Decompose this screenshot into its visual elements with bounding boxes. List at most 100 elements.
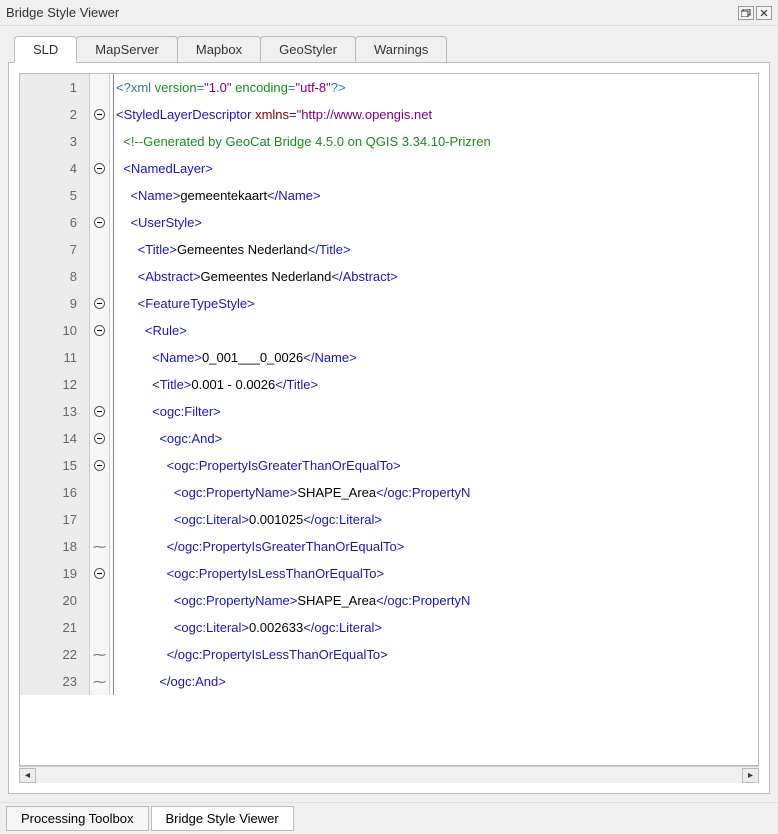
fold-collapse-icon[interactable] [94,163,105,174]
code-content[interactable]: <ogc:PropertyIsGreaterThanOrEqualTo> [114,452,758,479]
code-line[interactable]: 10 <Rule> [20,317,758,344]
fold-collapse-icon[interactable] [94,568,105,579]
code-content[interactable]: <Title>Gemeentes Nederland</Title> [114,236,758,263]
code-content[interactable]: <Rule> [114,317,758,344]
code-token: <StyledLayerDescriptor [116,107,255,122]
code-content[interactable]: <NamedLayer> [114,155,758,182]
code-content[interactable]: <ogc:PropertyName>SHAPE_Area</ogc:Proper… [114,479,758,506]
code-line[interactable]: 20 <ogc:PropertyName>SHAPE_Area</ogc:Pro… [20,587,758,614]
code-line[interactable]: 17 <ogc:Literal>0.001025</ogc:Literal> [20,506,758,533]
code-token: <?xml [116,80,155,95]
code-content[interactable]: </ogc:And> [114,668,758,695]
code-content[interactable]: </ogc:PropertyIsLessThanOrEqualTo> [114,641,758,668]
fold-collapse-icon[interactable] [94,217,105,228]
line-number: 22 [20,641,90,668]
code-content[interactable]: <FeatureTypeStyle> [114,290,758,317]
code-content[interactable]: <ogc:PropertyIsLessThanOrEqualTo> [114,560,758,587]
bottom-tab-bridge-style-viewer[interactable]: Bridge Style Viewer [151,806,294,831]
code-line[interactable]: 7 <Title>Gemeentes Nederland</Title> [20,236,758,263]
fold-collapse-icon[interactable] [94,325,105,336]
code-line[interactable]: 9 <FeatureTypeStyle> [20,290,758,317]
code-token: <ogc:PropertyIsGreaterThanOrEqualTo> [167,458,401,473]
tab-sld[interactable]: SLD [14,36,77,63]
code-content[interactable]: <ogc:Literal>0.002633</ogc:Literal> [114,614,758,641]
line-number: 9 [20,290,90,317]
code-token: version [155,80,197,95]
code-line[interactable]: 6 <UserStyle> [20,209,758,236]
code-line[interactable]: 3 <!--Generated by GeoCat Bridge 4.5.0 o… [20,128,758,155]
code-line[interactable]: 14 <ogc:And> [20,425,758,452]
code-line[interactable]: 15 <ogc:PropertyIsGreaterThanOrEqualTo> [20,452,758,479]
code-token: </ogc:PropertyN [376,485,470,500]
fold-gutter: ⁓ [90,641,110,668]
code-line[interactable]: 4 <NamedLayer> [20,155,758,182]
code-line[interactable]: 19 <ogc:PropertyIsLessThanOrEqualTo> [20,560,758,587]
code-token: <ogc:And> [159,431,222,446]
fold-collapse-icon[interactable] [94,460,105,471]
code-content[interactable]: <!--Generated by GeoCat Bridge 4.5.0 on … [114,128,758,155]
close-icon[interactable] [756,6,772,20]
fold-collapse-icon[interactable] [94,406,105,417]
fold-gutter [90,182,110,209]
code-content[interactable]: </ogc:PropertyIsGreaterThanOrEqualTo> [114,533,758,560]
code-line[interactable]: 8 <Abstract>Gemeentes Nederland</Abstrac… [20,263,758,290]
code-content[interactable]: <Abstract>Gemeentes Nederland</Abstract> [114,263,758,290]
main-area: SLDMapServerMapboxGeoStylerWarnings 1<?x… [0,26,778,802]
tab-mapserver[interactable]: MapServer [76,36,178,62]
restore-icon[interactable] [738,6,754,20]
line-number: 21 [20,614,90,641]
code-token: </ogc:Literal> [303,620,382,635]
code-content[interactable]: <Name>0_001___0_0026</Name> [114,344,758,371]
code-token: </Name> [303,350,356,365]
fold-end-icon: ⁓ [93,668,106,695]
fold-gutter[interactable] [90,560,110,587]
code-content[interactable]: <Name>gemeentekaart</Name> [114,182,758,209]
code-line[interactable]: 23⁓ </ogc:And> [20,668,758,695]
line-number: 8 [20,263,90,290]
bottom-tab-row: Processing ToolboxBridge Style Viewer [0,802,778,834]
code-content[interactable]: <?xml version="1.0" encoding="utf-8"?> [114,74,758,101]
tab-warnings[interactable]: Warnings [355,36,447,62]
code-token: <Title> [152,377,191,392]
line-number: 3 [20,128,90,155]
tab-geostyler[interactable]: GeoStyler [260,36,356,62]
scroll-right-icon[interactable]: ▸ [742,768,759,783]
fold-gutter[interactable] [90,452,110,479]
code-line[interactable]: 2<StyledLayerDescriptor xmlns="http://ww… [20,101,758,128]
code-content[interactable]: <StyledLayerDescriptor xmlns="http://www… [114,101,758,128]
tab-mapbox[interactable]: Mapbox [177,36,261,62]
code-content[interactable]: <ogc:Filter> [114,398,758,425]
code-line[interactable]: 21 <ogc:Literal>0.002633</ogc:Literal> [20,614,758,641]
code-editor[interactable]: 1<?xml version="1.0" encoding="utf-8"?>2… [19,73,759,766]
fold-gutter[interactable] [90,101,110,128]
fold-gutter[interactable] [90,398,110,425]
fold-collapse-icon[interactable] [94,433,105,444]
code-line[interactable]: 13 <ogc:Filter> [20,398,758,425]
fold-gutter[interactable] [90,155,110,182]
code-token: <Rule> [145,323,187,338]
code-line[interactable]: 16 <ogc:PropertyName>SHAPE_Area</ogc:Pro… [20,479,758,506]
code-line[interactable]: 5 <Name>gemeentekaart</Name> [20,182,758,209]
scroll-left-icon[interactable]: ◂ [19,768,36,783]
fold-collapse-icon[interactable] [94,298,105,309]
code-content[interactable]: <UserStyle> [114,209,758,236]
code-content[interactable]: <ogc:Literal>0.001025</ogc:Literal> [114,506,758,533]
scroll-track[interactable] [36,768,742,783]
fold-gutter[interactable] [90,290,110,317]
code-content[interactable]: <Title>0.001 - 0.0026</Title> [114,371,758,398]
fold-collapse-icon[interactable] [94,109,105,120]
fold-gutter[interactable] [90,317,110,344]
code-token: </Abstract> [331,269,397,284]
code-line[interactable]: 12 <Title>0.001 - 0.0026</Title> [20,371,758,398]
code-line[interactable]: 22⁓ </ogc:PropertyIsLessThanOrEqualTo> [20,641,758,668]
code-line[interactable]: 18⁓ </ogc:PropertyIsGreaterThanOrEqualTo… [20,533,758,560]
code-line[interactable]: 1<?xml version="1.0" encoding="utf-8"?> [20,74,758,101]
horizontal-scrollbar[interactable]: ◂ ▸ [19,766,759,783]
code-line[interactable]: 11 <Name>0_001___0_0026</Name> [20,344,758,371]
fold-gutter[interactable] [90,425,110,452]
bottom-tab-processing-toolbox[interactable]: Processing Toolbox [6,806,149,831]
code-content[interactable]: <ogc:And> [114,425,758,452]
fold-gutter[interactable] [90,209,110,236]
code-content[interactable]: <ogc:PropertyName>SHAPE_Area</ogc:Proper… [114,587,758,614]
fold-gutter [90,263,110,290]
